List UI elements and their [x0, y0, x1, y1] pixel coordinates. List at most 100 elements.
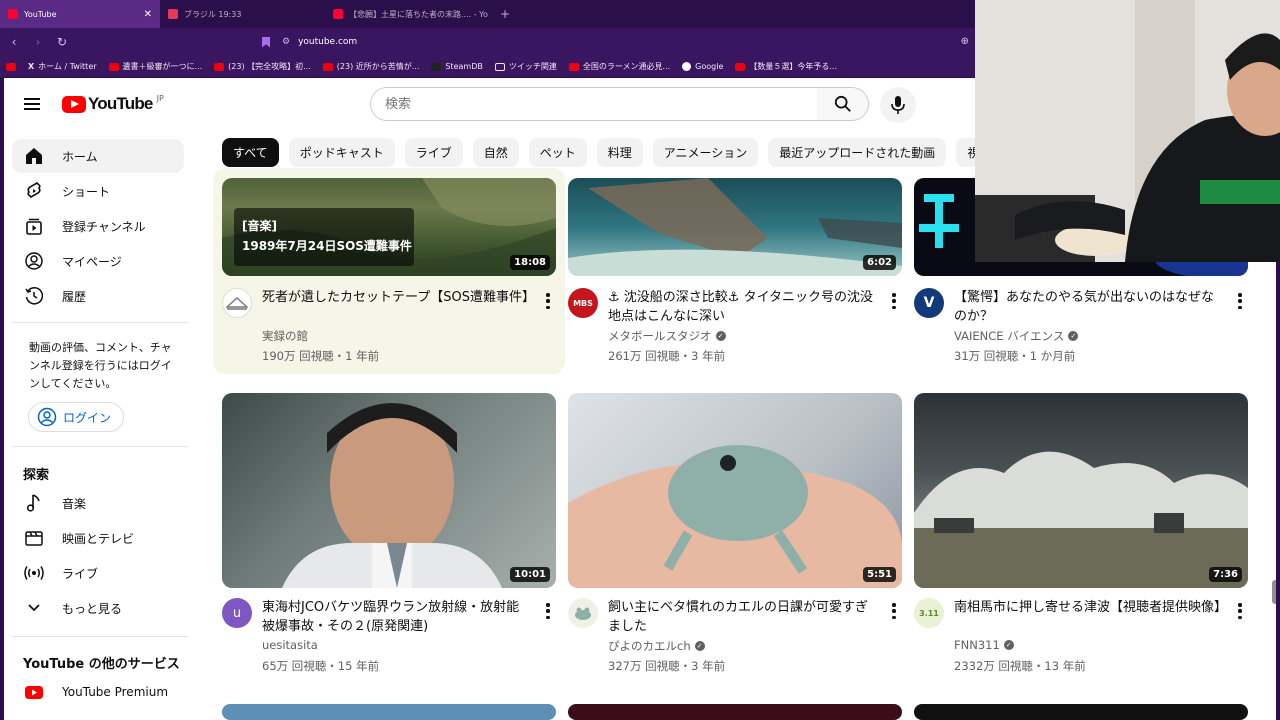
chip-cooking[interactable]: 料理 — [596, 138, 643, 167]
channel-avatar[interactable]: u — [222, 598, 252, 628]
chip-nature[interactable]: 自然 — [472, 138, 519, 167]
sidebar-item-live[interactable]: ライブ — [12, 556, 184, 590]
bookmark-item[interactable]: 全国のラーメン通必見... — [568, 61, 670, 72]
region-label: JP — [156, 94, 164, 103]
video-thumbnail[interactable] — [222, 704, 556, 720]
channel-label: 実録の館 — [262, 329, 308, 343]
video-thumbnail[interactable]: 7:36 — [914, 393, 1248, 588]
site-settings-icon[interactable]: ⚙ — [282, 37, 290, 47]
bookmark-apps[interactable] — [6, 62, 16, 71]
bookmark-item[interactable]: 【数量５選】今年予る... — [735, 61, 837, 72]
music-icon — [24, 493, 44, 513]
webcam-overlay — [975, 0, 1280, 262]
sidebar-item-history[interactable]: 履歴 — [12, 279, 184, 313]
chip-podcast[interactable]: ポッドキャスト — [288, 138, 395, 167]
more-options-icon[interactable] — [1238, 603, 1242, 619]
site-favicon-icon — [568, 62, 579, 71]
sidebar-item-home[interactable]: ホーム — [12, 139, 184, 173]
url-field[interactable]: ⚙ youtube.com — [262, 36, 357, 48]
search-button[interactable] — [817, 87, 869, 121]
video-title[interactable]: 【驚愕】あなたのやる気が出ないのはなぜなのか？ — [954, 288, 1224, 326]
channel-name[interactable]: ぴよのカエルch ✓ — [608, 638, 705, 654]
zoom-icon[interactable]: ⊕ — [961, 36, 969, 47]
chip-all[interactable]: すべて — [222, 138, 279, 167]
login-button[interactable]: ログイン — [28, 402, 125, 432]
shipwreck-image — [568, 178, 902, 276]
sidebar-item-shorts[interactable]: ショート — [12, 174, 184, 208]
bookmark-label: 遺書＋級審が一つに... — [122, 62, 203, 71]
avatar-text: MBS — [573, 298, 593, 308]
video-thumbnail[interactable]: 6:02 — [568, 178, 902, 276]
chip-pets[interactable]: ペット — [528, 138, 587, 167]
sidebar-item-movies[interactable]: 映画とテレビ — [12, 521, 184, 555]
channel-avatar[interactable]: 3.11 — [914, 598, 944, 628]
browser-tab-3[interactable]: 【悲願】土星に落ちた者の末路.... - Yo — [325, 0, 490, 28]
video-thumbnail[interactable] — [568, 704, 902, 720]
bookmark-item[interactable]: SteamDB — [431, 62, 483, 71]
bookmark-item[interactable]: 遺書＋級審が一つに... — [108, 61, 203, 72]
video-thumbnail[interactable] — [914, 704, 1248, 720]
new-tab-icon[interactable]: + — [490, 7, 520, 21]
video-title[interactable]: ⚓ 沈没船の深さ比較⚓ タイタニック号の沈没地点はこんなに深い — [608, 288, 878, 326]
video-thumbnail[interactable]: 5:51 — [568, 393, 902, 588]
channel-avatar[interactable]: V — [914, 288, 944, 318]
login-label: ログイン — [63, 410, 112, 425]
channel-name[interactable]: VAIENCE バイエンス ✓ — [954, 328, 1079, 344]
video-title[interactable]: 東海村JCOバケツ臨界ウラン放射線・放射能被爆事故・その２(原発関連) — [262, 598, 532, 636]
channel-name[interactable]: 実録の館 — [262, 328, 308, 344]
sidebar-item-premium[interactable]: YouTube Premium — [12, 675, 184, 709]
sidebar-item-you[interactable]: マイページ — [12, 244, 184, 278]
search-input[interactable] — [385, 96, 817, 112]
sidebar-item-subscriptions[interactable]: 登録チャンネル — [12, 209, 184, 243]
channel-name[interactable]: メタボールスタジオ ✓ — [608, 328, 726, 344]
chip-live[interactable]: ライブ — [404, 138, 463, 167]
more-options-icon[interactable] — [546, 603, 550, 619]
browser-tab-youtube[interactable]: YouTube ✕ — [0, 0, 160, 28]
forward-icon[interactable]: › — [28, 35, 48, 49]
sidebar-item-label: 登録チャンネル — [62, 219, 146, 234]
browser-tab-2[interactable]: ブラジル 19:33 — [160, 0, 325, 28]
video-title[interactable]: 飼い主にベタ慣れのカエルの日課が可愛すぎました — [608, 598, 878, 636]
sidebar-item-music[interactable]: 音楽 — [12, 486, 184, 520]
bookmark-item[interactable]: (23) 近所から苦情が... — [322, 61, 419, 72]
channel-avatar[interactable]: MBS — [568, 288, 598, 318]
site-favicon-icon — [168, 9, 178, 19]
voice-search-button[interactable] — [880, 87, 916, 123]
sidebar-item-label: 映画とテレビ — [62, 531, 135, 546]
video-thumbnail[interactable]: [音楽] 1989年7月24日SOS遭難事件 18:08 — [222, 178, 556, 276]
bookmark-item[interactable]: ツイッチ関連 — [494, 61, 557, 72]
sidebar-item-label: ショート — [62, 184, 111, 199]
chip-recently-uploaded[interactable]: 最近アップロードされた動画 — [768, 138, 947, 167]
channel-name[interactable]: FNN311 ✓ — [954, 638, 1014, 652]
menu-icon[interactable] — [24, 98, 40, 110]
video-title[interactable]: 南相馬市に押し寄せる津波【視聴者提供映像】 — [954, 598, 1224, 617]
channel-avatar[interactable] — [568, 598, 598, 628]
more-options-icon[interactable] — [546, 293, 550, 309]
explore-heading: 探索 — [23, 468, 50, 483]
video-thumbnail[interactable]: 10:01 — [222, 393, 556, 588]
chip-animation[interactable]: アニメーション — [652, 138, 759, 167]
channel-avatar[interactable] — [222, 288, 252, 318]
bookmark-label: Google — [695, 62, 724, 71]
channel-name[interactable]: uesitasita — [262, 638, 318, 652]
bookmark-label: ツイッチ関連 — [508, 62, 557, 71]
youtube-play-icon — [62, 95, 86, 113]
more-options-icon[interactable] — [1238, 293, 1242, 309]
bookmark-item[interactable]: Google — [682, 62, 723, 71]
more-options-icon[interactable] — [892, 293, 896, 309]
bookmark-item[interactable]: X ホーム / Twitter — [28, 61, 97, 72]
back-icon[interactable]: ‹ — [4, 35, 24, 49]
video-meta: 31万 回視聴・1 か月前 — [954, 349, 1076, 363]
sidebar-item-more[interactable]: もっと見る — [12, 591, 184, 625]
bookmark-item[interactable]: (23) 【完全攻略】初... — [214, 61, 311, 72]
bookmark-icon[interactable] — [262, 36, 270, 48]
video-duration: 5:51 — [863, 567, 896, 582]
filter-chips: すべて ポッドキャスト ライブ 自然 ペット 料理 アニメーション 最近アップロ… — [222, 138, 982, 168]
video-title[interactable]: 死者が遺したカセットテープ【SOS遭難事件】 — [262, 288, 532, 307]
more-options-icon[interactable] — [892, 603, 896, 619]
close-tab-icon[interactable]: ✕ — [144, 9, 152, 20]
reload-icon[interactable]: ↻ — [52, 35, 72, 49]
youtube-logo[interactable]: YouTube JP — [62, 94, 164, 114]
video-meta: 190万 回視聴・1 年前 — [262, 349, 380, 363]
video-duration: 6:02 — [863, 255, 896, 270]
